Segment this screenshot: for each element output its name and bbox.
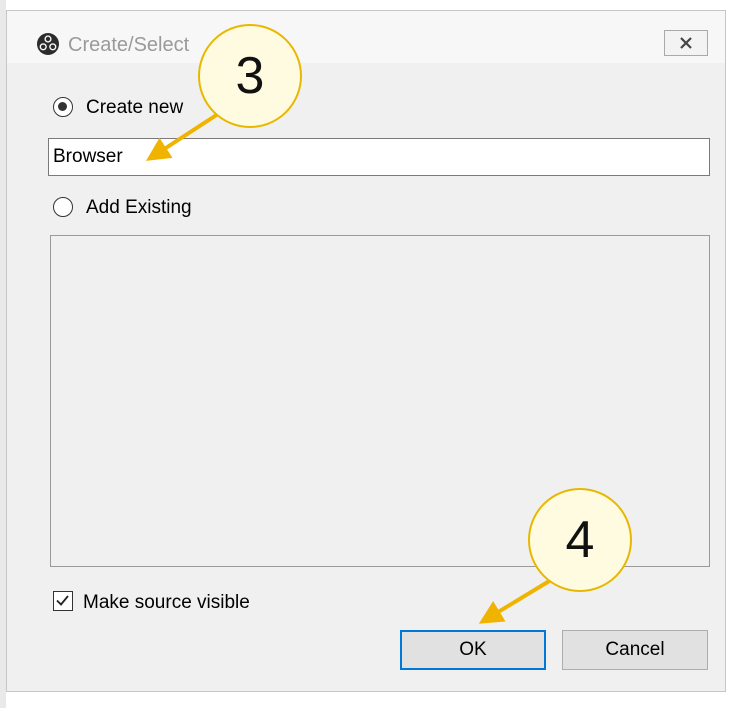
name-input[interactable]: [48, 138, 710, 176]
radio-selected-dot: [58, 102, 67, 111]
checkmark-icon: [56, 595, 69, 606]
add-existing-radio[interactable]: [53, 197, 73, 217]
window-title: Create/Select: [68, 34, 190, 56]
make-visible-label[interactable]: Make source visible: [83, 592, 250, 614]
cancel-button[interactable]: Cancel: [562, 630, 708, 670]
step-3-callout: 3: [198, 24, 302, 128]
create-select-dialog: Create/Select Create new Add Existing Ma…: [0, 0, 732, 708]
close-x-icon: [680, 37, 692, 49]
add-existing-label[interactable]: Add Existing: [86, 197, 192, 219]
obs-logo-icon: [37, 33, 59, 55]
create-new-radio[interactable]: [53, 97, 73, 117]
step-4-callout: 4: [528, 488, 632, 592]
ok-button[interactable]: OK: [400, 630, 546, 670]
create-new-label[interactable]: Create new: [86, 97, 183, 119]
make-visible-checkbox[interactable]: [53, 591, 73, 611]
close-button[interactable]: [664, 30, 708, 56]
